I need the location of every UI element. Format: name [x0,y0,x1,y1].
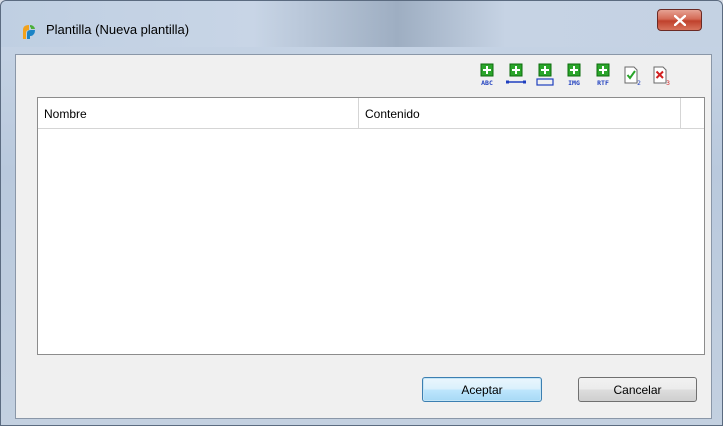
add-field-button[interactable] [534,63,556,89]
edit-element-button[interactable]: 2 [621,63,643,89]
close-button[interactable] [657,9,702,31]
svg-text:IMG: IMG [568,79,580,87]
edit-check-icon: 2 [624,66,641,87]
add-rtf-icon: RTF [596,63,610,87]
add-text-icon: ABC [480,63,494,87]
svg-text:3: 3 [666,80,670,87]
app-logo-icon [20,23,38,41]
svg-text:2: 2 [637,80,641,87]
column-header-nombre[interactable]: Nombre [38,98,359,128]
close-icon [673,11,686,30]
elements-table[interactable]: Nombre Contenido [37,97,705,355]
svg-text:RTF: RTF [597,79,609,87]
window-title: Plantilla (Nueva plantilla) [46,22,190,37]
add-image-button[interactable]: IMG [563,63,585,89]
cancel-button[interactable]: Cancelar [578,377,697,402]
title-bar[interactable]: Plantilla (Nueva plantilla) [1,1,722,47]
column-label: Contenido [365,107,420,121]
add-field-icon [536,63,554,86]
delete-element-button[interactable]: 3 [650,63,672,89]
add-text-button[interactable]: ABC [476,63,498,89]
column-header-filler [681,98,704,128]
accept-button[interactable]: Aceptar [422,377,542,402]
dialog-content: ABC IMG RTF 2 3 Nombre Contenido Aceptar… [15,54,712,419]
add-rtf-button[interactable]: RTF [592,63,614,89]
add-line-icon [506,63,526,84]
dialog-window: Plantilla (Nueva plantilla) ABC IMG RTF … [0,0,723,426]
delete-icon: 3 [653,66,670,87]
add-image-icon: IMG [567,63,581,87]
column-label: Nombre [44,107,87,121]
add-line-button[interactable] [505,63,527,89]
table-header: Nombre Contenido [38,98,704,129]
column-header-contenido[interactable]: Contenido [359,98,681,128]
svg-text:ABC: ABC [481,79,493,87]
